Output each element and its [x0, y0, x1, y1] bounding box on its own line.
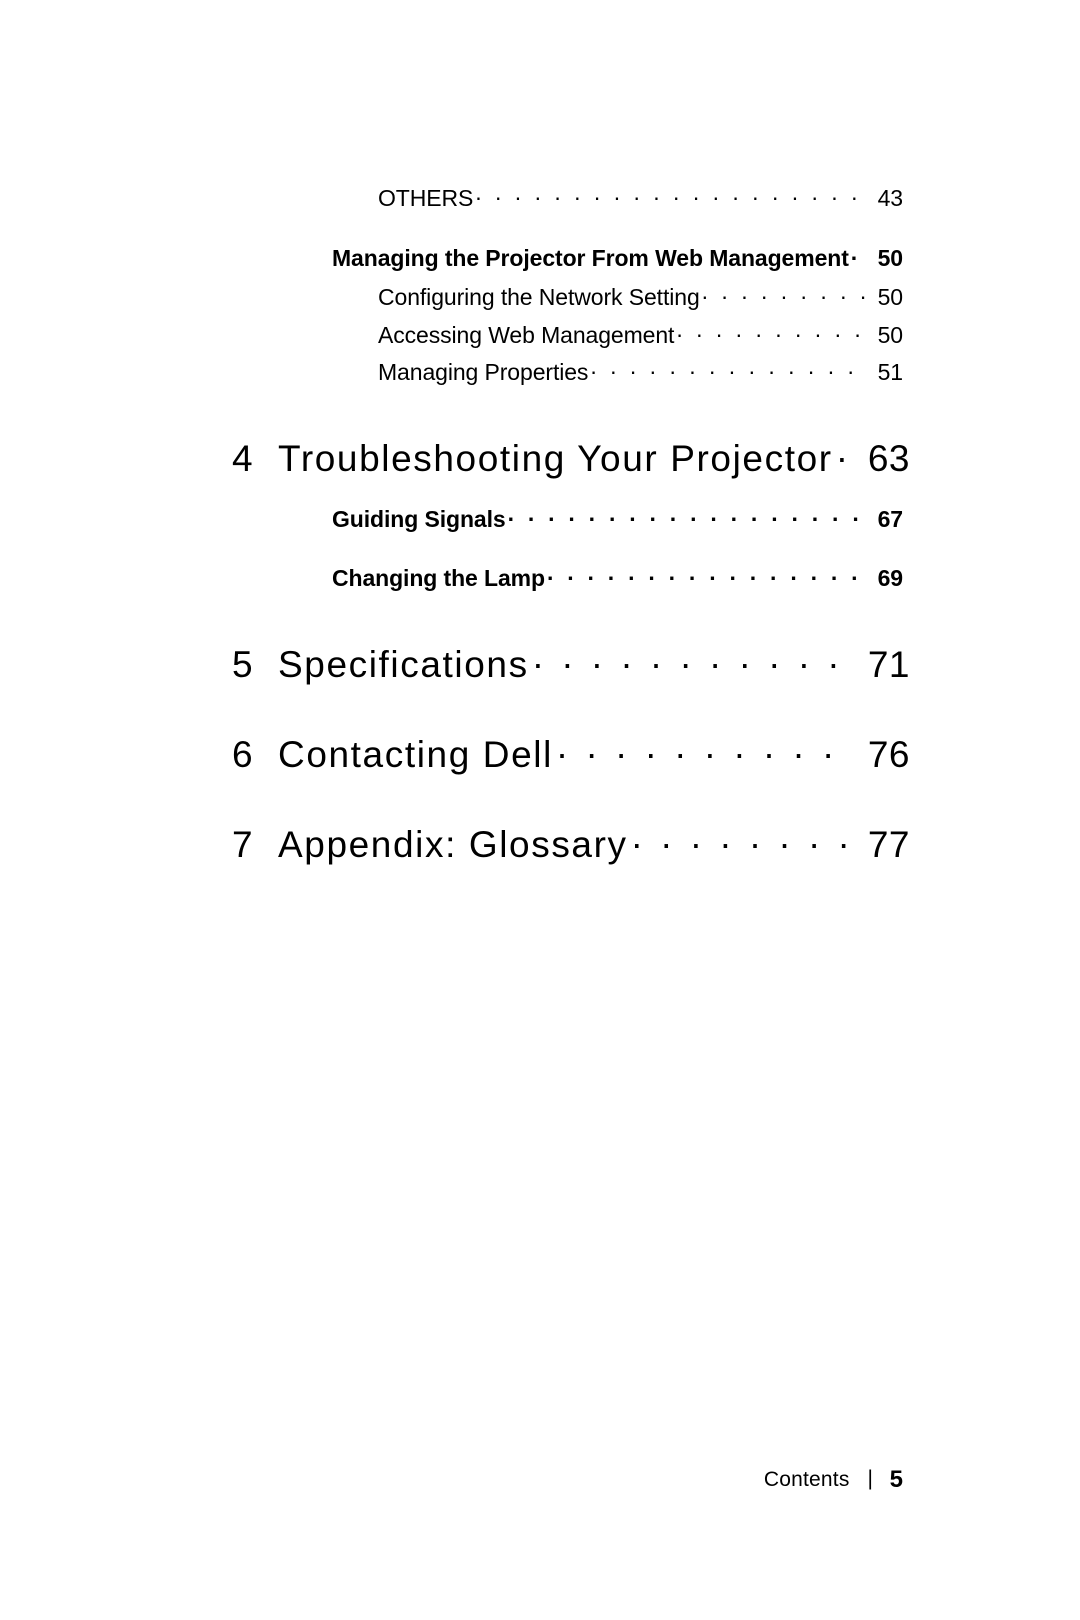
toc-entry-managing-the-projector-from-web-management[interactable]: Managing the Projector From Web Manageme…: [332, 243, 903, 272]
chapter-number: 7: [232, 824, 253, 865]
toc-entry-page-number: 63: [867, 438, 910, 479]
toc-entry-specifications[interactable]: 5 Specifications. . . . . . . . . . . . .…: [232, 640, 910, 686]
toc-entry-page-number: 71: [867, 644, 910, 685]
toc-entry-label: OTHERS: [378, 185, 474, 211]
dot-leader-dots: . . . . . . . . . . . . . . . . . . . . …: [631, 820, 852, 856]
toc-entry-page-number: 43: [877, 185, 903, 211]
toc-entry-others[interactable]: OTHERS. . . . . . . . . . . . . . . . . …: [378, 183, 903, 212]
page-footer: Contents | 5: [0, 1466, 903, 1494]
toc-entry-guiding-signals[interactable]: Guiding Signals. . . . . . . . . . . . .…: [332, 504, 903, 533]
toc-entry-page-number: 50: [877, 322, 903, 348]
chapter-number: 5: [232, 644, 253, 685]
dot-leader: . . . . . . . . . . . . . . . . . . . . …: [590, 357, 867, 380]
toc-entry-label: Managing the Projector From Web Manageme…: [332, 245, 849, 271]
toc-entry-page-number: 50: [877, 245, 903, 271]
toc-entry-label: Appendix: Glossary: [278, 824, 628, 865]
toc-entry-page-number: 67: [877, 506, 903, 532]
dot-leader: . . . . . . . . . . . . . . . . . . . . …: [475, 183, 867, 206]
dot-leader-dots: . . . . . . . . . . . . . . . . . . . . …: [507, 504, 867, 526]
dot-leader-dots: . . . . . . . . . . . . . . . . . . . . …: [701, 282, 867, 304]
dot-leader: . . . . . . . . . . . . . . . . . . . . …: [676, 320, 867, 343]
dot-leader: . . . . . . . . . . . . . . . . . . . . …: [837, 434, 852, 471]
toc-entry-changing-the-lamp[interactable]: Changing the Lamp. . . . . . . . . . . .…: [332, 563, 903, 592]
footer-section-label: Contents: [763, 1468, 850, 1491]
toc-entry-label: Contacting Dell: [278, 734, 553, 775]
dot-leader-dots: . . . . . . . . . . . . . . . . . . . . …: [556, 730, 852, 766]
toc-entry-managing-properties[interactable]: Managing Properties. . . . . . . . . . .…: [378, 357, 903, 386]
toc-entry-troubleshooting-your-projector[interactable]: 4 Troubleshooting Your Projector . . . . .…: [232, 434, 910, 480]
toc-entry-page-number: 77: [867, 824, 910, 865]
dot-leader: . . . . . . . . . . . . . . . . . . . . …: [508, 504, 867, 527]
toc-entry-accessing-web-management[interactable]: Accessing Web Management. . . . . . . . …: [378, 320, 903, 349]
toc-entry-label: Accessing Web Management: [378, 322, 675, 348]
dot-leader-dots: . . . . . . . . . . . . . . . . . . . . …: [836, 434, 852, 470]
dot-leader: . . . . . . . . . . . . . . . . . . . . …: [632, 820, 852, 857]
toc-entry-appendix-glossary[interactable]: 7 Appendix: Glossary. . . . . . . . . . .…: [232, 820, 910, 866]
chapter-number: 6: [232, 734, 253, 775]
dot-leader-dots: . . . . . . . . . . . . . . . . . . . . …: [475, 183, 867, 205]
dot-leader-dots: . . . . . . . . . . . . . . . . . . . . …: [532, 640, 852, 676]
footer-separator: |: [867, 1467, 873, 1490]
toc-entry-page-number: 51: [877, 359, 903, 385]
toc-entry-label: Configuring the Network Setting: [378, 284, 700, 310]
chapter-number: 4: [232, 438, 253, 479]
toc-entry-page-number: 76: [867, 734, 910, 775]
toc-entry-label: Managing Properties: [378, 359, 589, 385]
dot-leader: . . . . . . . . . . . . . . . . . . . . …: [702, 282, 867, 305]
dot-leader-dots: . . . . . . . . . . . . . . . . . . . . …: [850, 243, 867, 265]
toc-entry-contacting-dell[interactable]: 6 Contacting Dell. . . . . . . . . . . . …: [232, 730, 910, 776]
dot-leader: . . . . . . . . . . . . . . . . . . . . …: [547, 563, 867, 586]
dot-leader-dots: . . . . . . . . . . . . . . . . . . . . …: [590, 357, 867, 379]
toc-entry-label: Specifications: [278, 644, 529, 685]
toc-entry-configuring-the-network-setting[interactable]: Configuring the Network Setting. . . . .…: [378, 282, 903, 311]
toc-page: OTHERS. . . . . . . . . . . . . . . . . …: [0, 0, 1080, 1620]
footer-page-number: 5: [889, 1466, 903, 1493]
toc-entry-page-number: 69: [877, 565, 903, 591]
dot-leader-dots: . . . . . . . . . . . . . . . . . . . . …: [676, 320, 867, 342]
toc-entry-label: Troubleshooting Your Projector: [278, 438, 833, 479]
toc-entry-page-number: 50: [877, 284, 903, 310]
toc-entry-label: Changing the Lamp: [332, 565, 545, 591]
dot-leader: . . . . . . . . . . . . . . . . . . . . …: [533, 640, 852, 677]
toc-entry-label: Guiding Signals: [332, 506, 506, 532]
dot-leader: . . . . . . . . . . . . . . . . . . . . …: [557, 730, 852, 767]
dot-leader-dots: . . . . . . . . . . . . . . . . . . . . …: [546, 563, 867, 585]
dot-leader: . . . . . . . . . . . . . . . . . . . . …: [851, 243, 867, 266]
